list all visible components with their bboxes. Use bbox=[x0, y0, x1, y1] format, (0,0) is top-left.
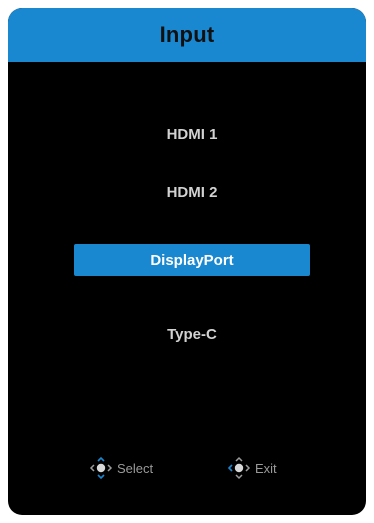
input-option-label: HDMI 2 bbox=[166, 183, 218, 201]
page-title: Input bbox=[159, 22, 215, 47]
input-option-hdmi-2[interactable]: HDMI 2 bbox=[74, 176, 310, 208]
osd-menu: Input HDMI 1 HDMI 2 DisplayPort Type-C S… bbox=[8, 8, 366, 515]
input-option-type-c[interactable]: Type-C bbox=[74, 318, 310, 350]
input-option-displayport[interactable]: DisplayPort bbox=[74, 244, 310, 276]
input-option-label: Type-C bbox=[167, 325, 217, 343]
exit-hint: Exit bbox=[226, 456, 277, 480]
select-hint-label: Select bbox=[117, 460, 154, 476]
joystick-left-icon bbox=[226, 456, 252, 480]
select-hint: Select bbox=[88, 456, 153, 480]
input-option-hdmi-1[interactable]: HDMI 1 bbox=[74, 118, 310, 150]
input-option-label: HDMI 1 bbox=[166, 125, 218, 143]
input-option-label: DisplayPort bbox=[150, 251, 234, 269]
exit-hint-label: Exit bbox=[255, 460, 277, 476]
osd-header: Input bbox=[8, 8, 366, 62]
joystick-up-down-icon bbox=[88, 456, 114, 480]
